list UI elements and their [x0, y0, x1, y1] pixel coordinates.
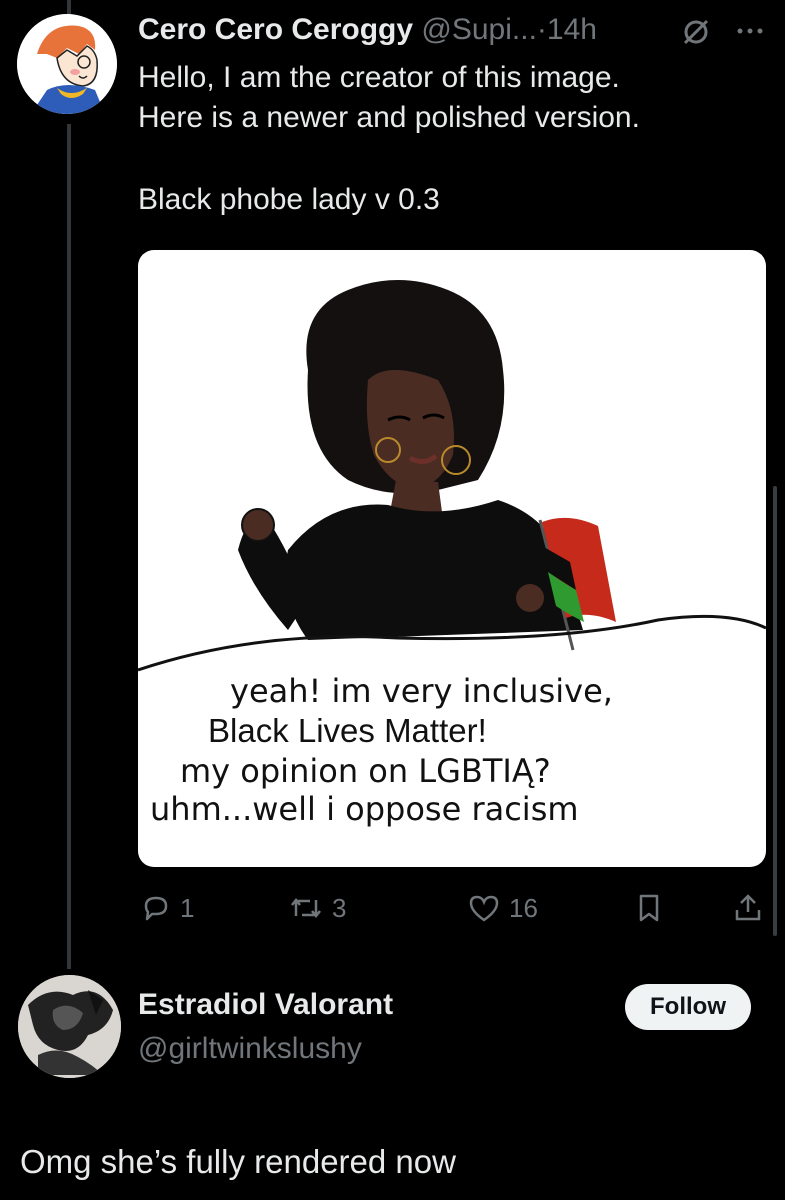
- heart-icon: [469, 895, 499, 922]
- share-button[interactable]: [732, 892, 764, 924]
- share-icon: [735, 894, 761, 921]
- reply-button[interactable]: 1: [140, 892, 194, 924]
- tweet-line: [138, 138, 748, 178]
- reply-count: 1: [180, 892, 195, 923]
- meme-caption-line-4: uhm...well i oppose racism: [150, 790, 579, 828]
- meme-caption-line-2: Black Lives Matter!: [208, 712, 487, 749]
- tweet-text: Hello, I am the creator of this image. H…: [138, 58, 748, 220]
- reply-author-handle[interactable]: @girltwinkslushy: [138, 1032, 362, 1066]
- thread-line: [67, 124, 71, 969]
- author-handle[interactable]: @Supi...: [421, 13, 537, 46]
- more-options-icon[interactable]: [732, 16, 768, 46]
- like-button[interactable]: 16: [467, 892, 538, 924]
- like-count: 16: [509, 892, 538, 923]
- tweet-media-image[interactable]: yeah! im very inclusive, Black Lives Mat…: [138, 250, 766, 867]
- scrollbar[interactable]: [773, 486, 777, 936]
- tweet-line: Hello, I am the creator of this image.: [138, 61, 620, 94]
- reply-text: Omg she’s fully rendered now: [20, 1143, 456, 1180]
- tweet-line: Black phobe lady v 0.3: [138, 183, 440, 216]
- meme-caption-line-1: yeah! im very inclusive,: [230, 672, 613, 710]
- repost-count: 3: [332, 892, 347, 923]
- repost-icon: [291, 897, 321, 919]
- reply-icon: [144, 896, 168, 921]
- tweet-action-bar: 1 3 16: [0, 888, 785, 928]
- grok-icon[interactable]: [680, 16, 712, 48]
- tweet-line: Here is a newer and polished version.: [138, 101, 640, 134]
- reply-author-name[interactable]: Estradiol Valorant: [138, 988, 393, 1022]
- timestamp[interactable]: 14h: [547, 13, 597, 46]
- bookmark-button[interactable]: [634, 892, 664, 924]
- tweet-header: Cero Cero Ceroggy @Supi...·14h: [138, 12, 597, 48]
- bookmark-icon: [639, 894, 659, 922]
- reply-author-avatar[interactable]: [18, 975, 121, 1078]
- author-avatar[interactable]: [17, 14, 117, 114]
- follow-button[interactable]: Follow: [625, 984, 751, 1030]
- repost-button[interactable]: 3: [288, 892, 346, 924]
- author-name[interactable]: Cero Cero Ceroggy: [138, 13, 413, 46]
- separator-dot: ·: [536, 13, 547, 46]
- meme-caption-line-3: my opinion on LGBTIĄ?: [180, 752, 551, 790]
